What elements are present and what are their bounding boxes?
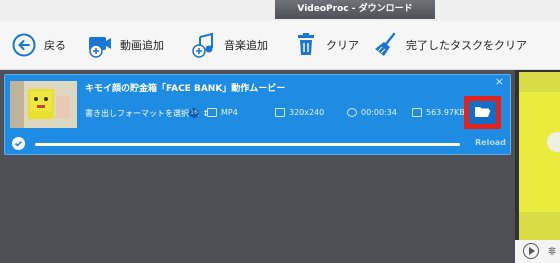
count-badge: 16	[189, 108, 199, 118]
task-info-row: 書き出しフォーマットを選択す: ↕ 16 MP4 320x240 00:00:3…	[85, 104, 503, 125]
preview-controls: 非	[515, 240, 560, 263]
format-value: MP4	[221, 108, 238, 117]
back-arrow-icon	[10, 31, 38, 59]
complete-check-icon	[12, 137, 25, 150]
clear-label: クリア	[326, 39, 359, 52]
add-video-icon	[86, 31, 114, 59]
format-info: MP4	[207, 108, 238, 117]
progress-bar	[35, 143, 460, 146]
play-icon	[529, 247, 535, 255]
add-video-label: 動画追加	[120, 39, 164, 52]
resolution-value: 320x240	[289, 108, 325, 117]
toolbar: 戻る 動画追加 音楽追加 クリア 完了したタスクをクリア	[0, 21, 560, 70]
resolution-info: 320x240	[275, 108, 324, 117]
size-info: 563.97KB	[412, 108, 465, 117]
resolution-icon	[275, 108, 285, 117]
download-task-card[interactable]: キモイ顔の貯金箱「FACE BANK」動作ムービー × 書き出しフォーマットを選…	[4, 74, 511, 155]
preview-mode-label: 非	[548, 247, 556, 256]
clock-icon	[347, 108, 357, 117]
title-bar: VideoProc - ダウンロード	[0, 0, 560, 21]
back-button[interactable]: 戻る	[10, 30, 66, 60]
video-title: キモイ顔の貯金箱「FACE BANK」動作ムービー	[85, 84, 286, 94]
progress-fill	[35, 143, 460, 146]
add-music-button[interactable]: 音楽追加	[190, 30, 268, 60]
preview-video	[519, 72, 560, 240]
play-button[interactable]	[523, 243, 539, 259]
add-video-button[interactable]: 動画追加	[86, 30, 164, 60]
broom-icon	[372, 31, 400, 59]
duration-info: 00:00:34	[347, 108, 397, 117]
clear-completed-label: 完了したタスクをクリア	[406, 39, 527, 52]
trash-icon	[292, 31, 320, 59]
back-label: 戻る	[44, 39, 66, 52]
close-icon[interactable]: ×	[495, 75, 504, 88]
add-music-icon	[190, 31, 218, 59]
add-music-label: 音楽追加	[224, 39, 268, 52]
folder-icon	[474, 103, 491, 122]
duration-value: 00:00:34	[361, 108, 397, 117]
film-icon	[207, 108, 217, 117]
clear-button[interactable]: クリア	[292, 30, 359, 60]
open-folder-button[interactable]	[469, 101, 496, 124]
video-thumbnail	[10, 81, 77, 128]
reload-button[interactable]: Reload	[475, 138, 506, 147]
file-icon	[412, 108, 422, 117]
window-title: VideoProc - ダウンロード	[275, 0, 435, 19]
size-value: 563.97KB	[426, 108, 465, 117]
clear-completed-button[interactable]: 完了したタスクをクリア	[372, 30, 527, 60]
